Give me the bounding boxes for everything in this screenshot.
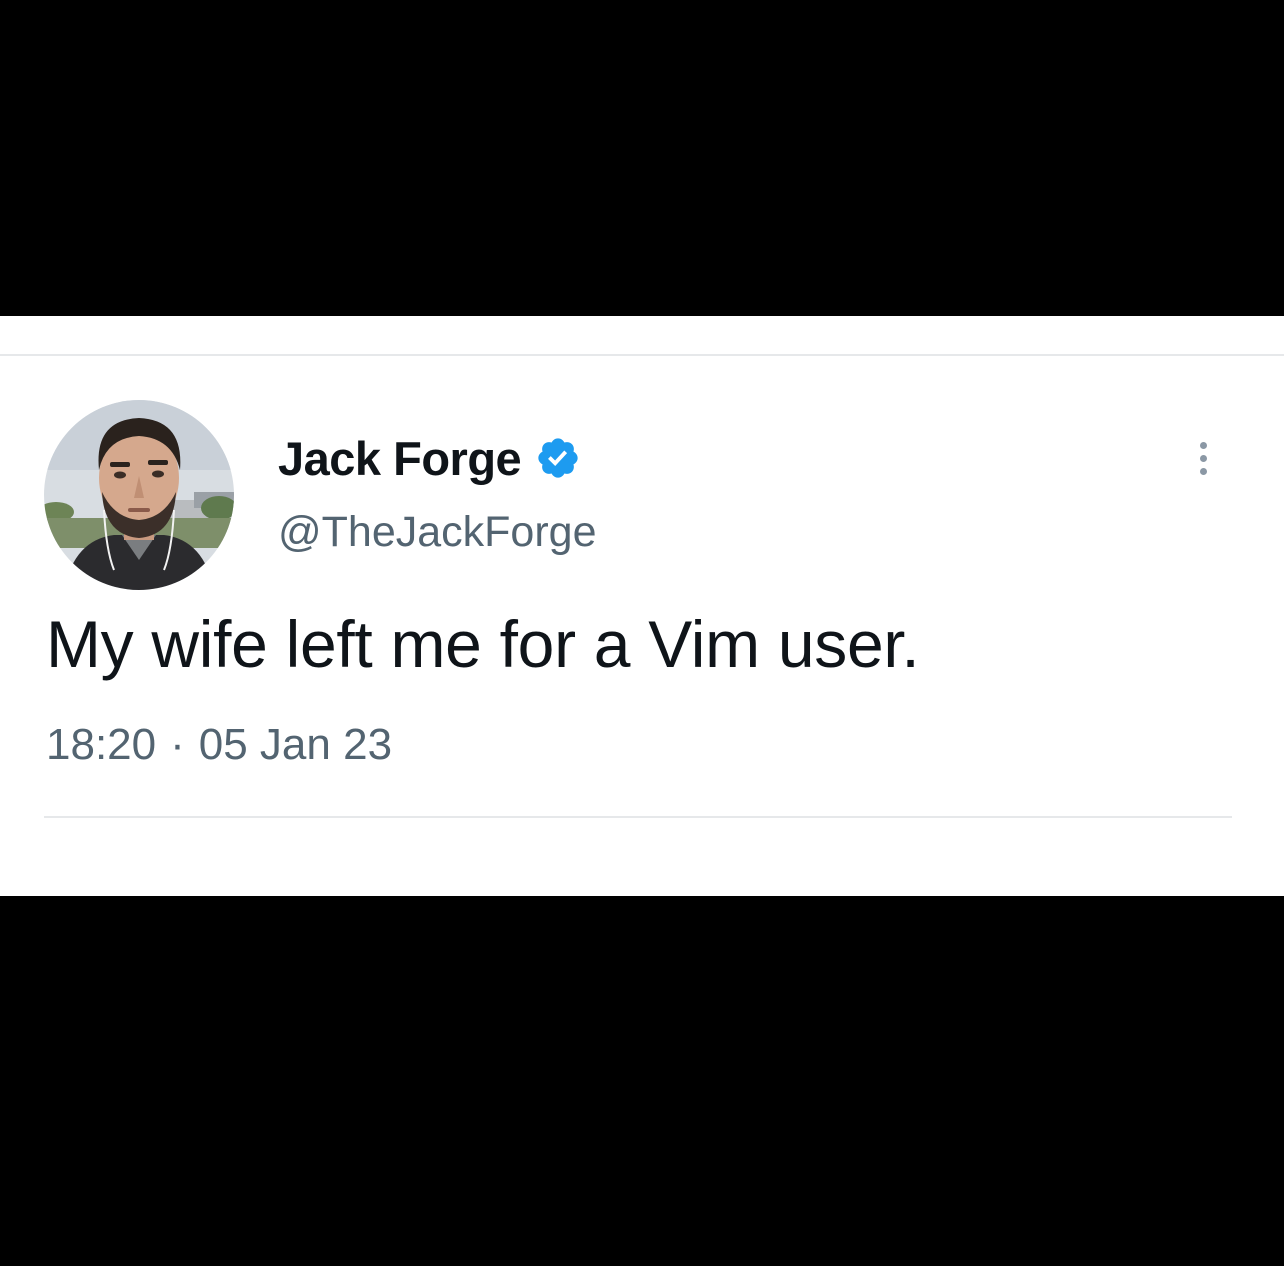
- tweet-card: Jack Forge @TheJackForge My wife left me…: [0, 316, 1284, 896]
- bottom-divider: [44, 816, 1232, 818]
- top-black-band: [0, 0, 1284, 316]
- more-dot: [1199, 467, 1207, 475]
- tweet-timestamp[interactable]: 18:20 · 05 Jan 23: [46, 720, 392, 770]
- verified-badge-icon: [535, 435, 581, 481]
- screenshot-canvas: Jack Forge @TheJackForge My wife left me…: [0, 0, 1284, 1266]
- author-handle[interactable]: @TheJackForge: [278, 508, 597, 557]
- display-name[interactable]: Jack Forge: [278, 431, 522, 486]
- tweet-date: 05 Jan 23: [198, 720, 393, 769]
- tweet-text: My wife left me for a Vim user.: [46, 607, 920, 681]
- timestamp-separator: ·: [170, 720, 185, 769]
- bottom-black-band: [0, 896, 1284, 1266]
- avatar[interactable]: [44, 400, 234, 590]
- top-divider: [0, 354, 1284, 356]
- author-name-row: Jack Forge: [278, 428, 581, 488]
- more-dot: [1199, 454, 1207, 462]
- avatar-photo: [44, 400, 234, 590]
- more-dot: [1199, 441, 1207, 449]
- more-options-icon[interactable]: [1186, 428, 1220, 488]
- tweet-time: 18:20: [46, 720, 157, 769]
